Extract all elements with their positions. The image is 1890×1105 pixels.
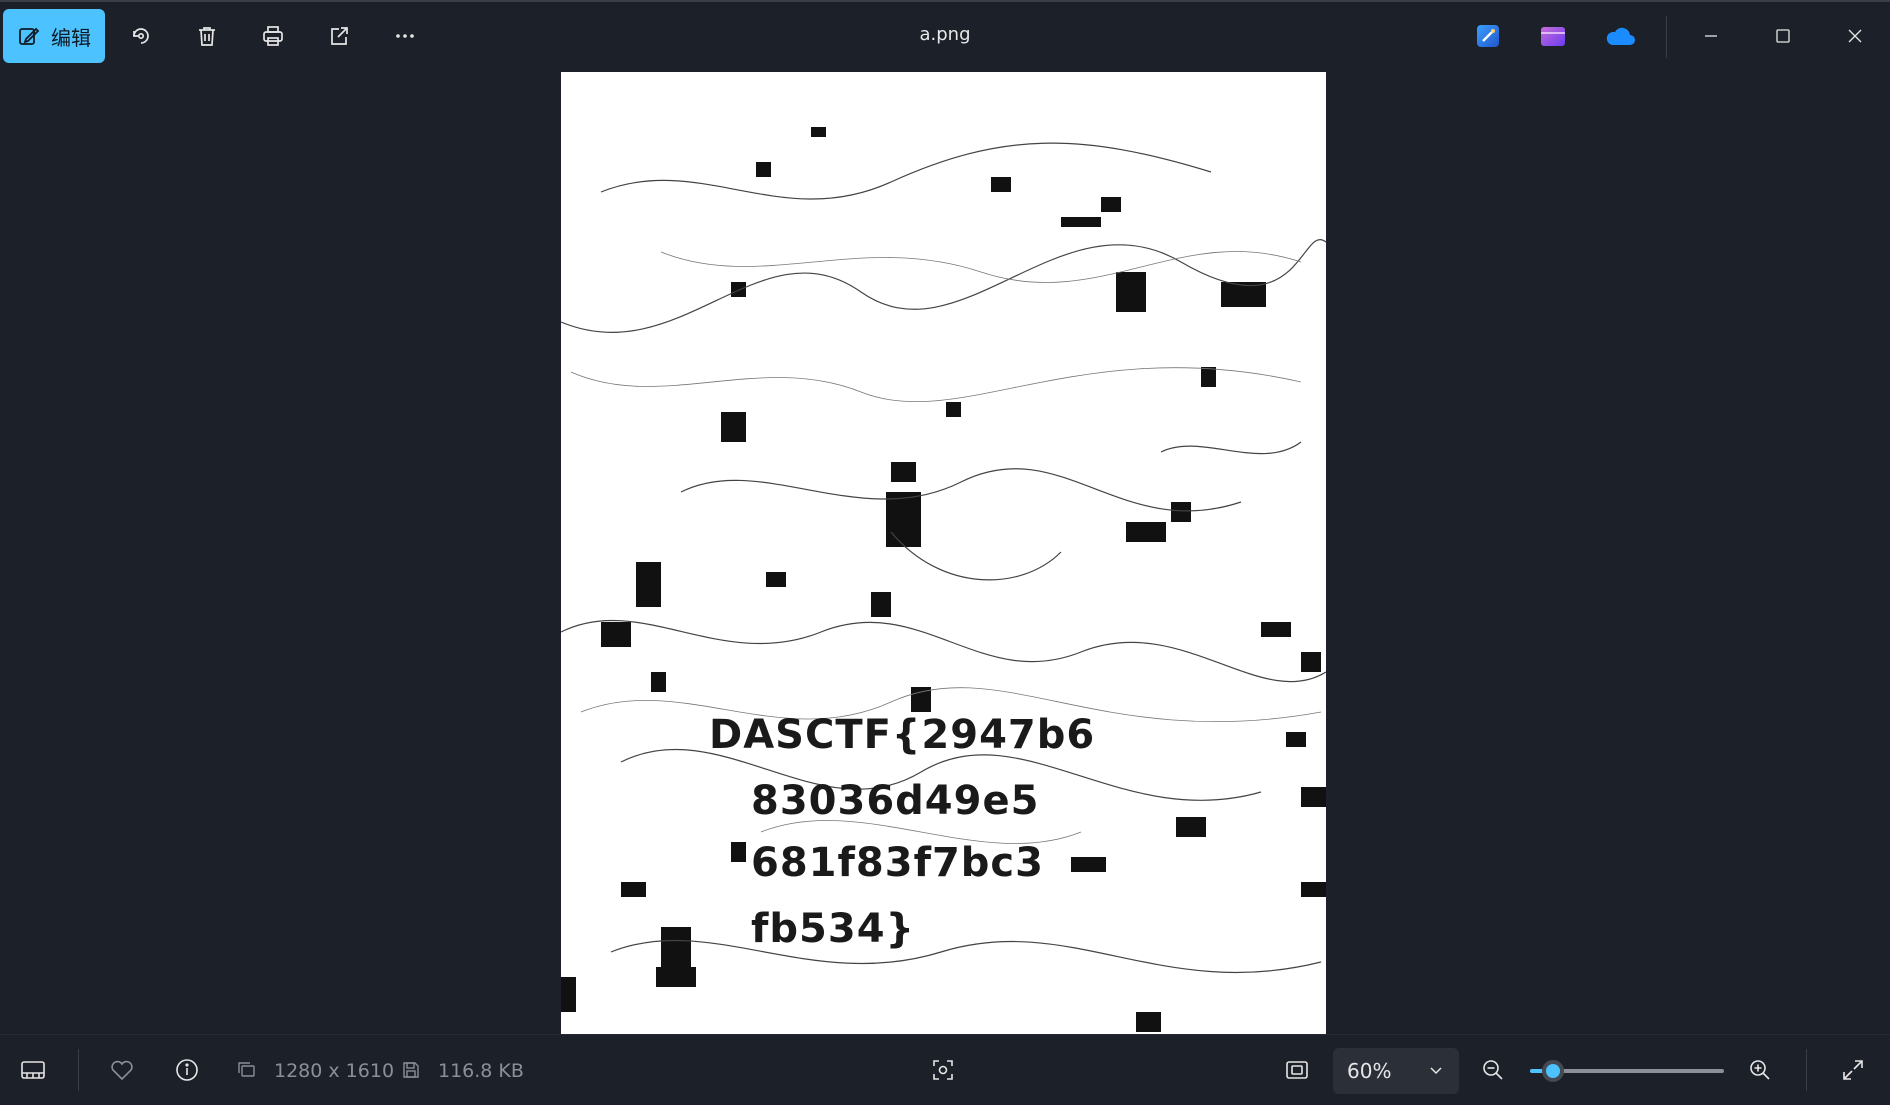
dimensions-icon — [238, 1062, 255, 1077]
zoom-level-value: 60% — [1347, 1059, 1392, 1083]
onedrive-button[interactable] — [1603, 19, 1637, 53]
visual-search-icon — [933, 1060, 953, 1080]
zoom-in-icon — [1750, 1060, 1770, 1080]
zoom-out-button[interactable] — [1476, 1053, 1510, 1087]
zoom-in-button[interactable] — [1743, 1053, 1777, 1087]
clipchamp-icon — [1541, 27, 1565, 46]
filesize-icon-wrap — [394, 1053, 428, 1087]
fullscreen-icon — [1843, 1060, 1863, 1080]
fit-to-window-button[interactable] — [1280, 1053, 1314, 1087]
favorite-icon — [111, 1060, 133, 1081]
zoom-slider[interactable] — [1530, 1060, 1724, 1082]
flag-text-line: DASCTF{2947b6 — [709, 712, 1096, 758]
visual-search-button[interactable] — [926, 1053, 960, 1087]
close-button[interactable] — [1832, 14, 1878, 58]
chevron-down-icon — [1430, 1067, 1442, 1075]
designer-button[interactable] — [1471, 19, 1505, 53]
favorite-button[interactable] — [105, 1053, 139, 1087]
close-icon — [1848, 29, 1862, 43]
status-bar: 1280 x 1610 116.8 KB 60% — [0, 1034, 1890, 1105]
image-noise-pattern — [561, 127, 1326, 1032]
minimize-icon — [1705, 35, 1717, 37]
file-size: 116.8 KB — [438, 1060, 524, 1082]
top-toolbar: 编辑 a.png — [0, 0, 1890, 72]
filmstrip-button[interactable] — [16, 1053, 50, 1087]
flag-text-line: 83036d49e5 — [751, 778, 1040, 824]
minimize-button[interactable] — [1688, 14, 1734, 58]
fit-icon — [1286, 1061, 1308, 1079]
flag-text-line: fb534} — [751, 906, 916, 952]
info-icon — [176, 1059, 198, 1081]
maximize-button[interactable] — [1760, 14, 1806, 58]
image-canvas[interactable]: DASCTF{2947b6 83036d49e5 681f83f7bc3 fb5… — [561, 72, 1326, 1034]
zoom-out-icon — [1483, 1060, 1503, 1080]
zoom-level-select[interactable]: 60% — [1333, 1048, 1459, 1094]
zoom-slider-thumb[interactable] — [1542, 1060, 1565, 1082]
save-icon — [403, 1062, 419, 1078]
clipchamp-button[interactable] — [1536, 19, 1570, 53]
dimensions-icon-wrap — [230, 1053, 264, 1087]
designer-icon — [1477, 25, 1499, 47]
status-divider — [1806, 1049, 1807, 1091]
toolbar-divider — [1666, 16, 1667, 58]
onedrive-icon — [1606, 27, 1635, 45]
status-divider — [78, 1049, 79, 1091]
maximize-icon — [1776, 29, 1790, 43]
info-button[interactable] — [170, 1053, 204, 1087]
fullscreen-button[interactable] — [1836, 1053, 1870, 1087]
image-dimensions: 1280 x 1610 — [274, 1060, 395, 1082]
window-top-edge — [0, 0, 1890, 2]
filmstrip-icon — [21, 1061, 45, 1079]
flag-text-line: 681f83f7bc3 — [751, 840, 1044, 886]
